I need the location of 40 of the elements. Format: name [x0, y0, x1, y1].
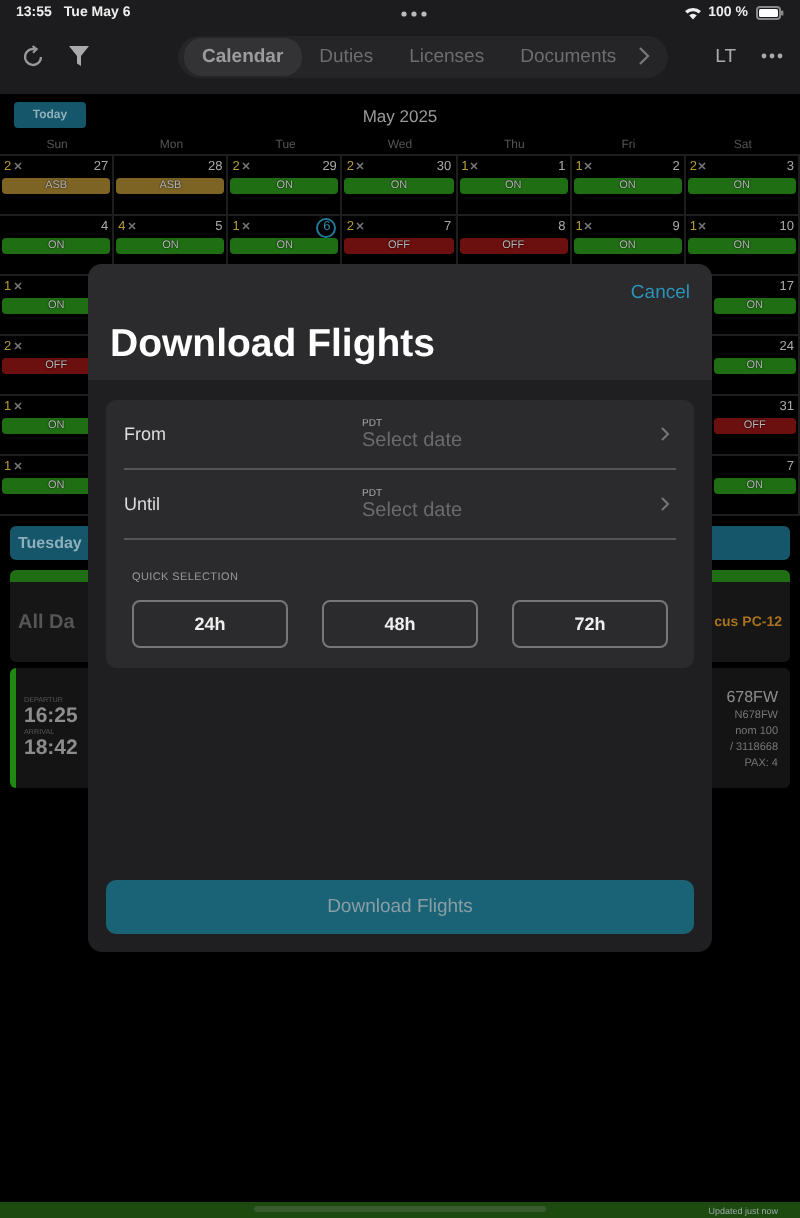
quick-select-button[interactable]: 24h — [132, 600, 288, 648]
field-label: From — [124, 424, 168, 444]
date-field[interactable]: Select date — [362, 499, 602, 521]
cross-icon — [584, 162, 593, 170]
more-icon[interactable] — [760, 52, 784, 60]
date-field[interactable]: Select date — [362, 429, 602, 451]
cancel-button[interactable]: Cancel — [630, 282, 690, 304]
cross-icon — [13, 282, 22, 290]
cross-icon — [127, 222, 136, 230]
all-day-label: All Da — [18, 611, 75, 633]
cross-icon — [13, 462, 22, 470]
cross-icon — [698, 222, 707, 230]
filter-icon — [68, 44, 90, 68]
cross-icon — [698, 162, 707, 170]
chevron-right-icon[interactable] — [638, 46, 651, 66]
quick-select-button[interactable]: 72h — [512, 600, 668, 648]
arrival-time: 18:42 — [24, 736, 78, 760]
field-label: Until — [124, 494, 163, 514]
chevron-right-icon — [660, 496, 670, 512]
cross-icon — [356, 222, 365, 230]
chevron-right-icon — [660, 426, 670, 442]
cross-icon — [470, 162, 479, 170]
cross-icon — [13, 162, 22, 170]
cross-icon — [241, 162, 250, 170]
quick-select-button[interactable]: 48h — [322, 600, 478, 648]
wifi-icon — [684, 6, 703, 20]
month-title: May 2025 — [362, 106, 438, 126]
refresh-icon — [20, 43, 46, 69]
dialog-title: Download Flights — [110, 322, 437, 368]
cross-icon — [241, 222, 250, 230]
cross-icon — [13, 342, 22, 350]
cross-icon — [584, 222, 593, 230]
departure-time: 16:25 — [24, 704, 78, 728]
battery-icon — [756, 6, 784, 20]
tab[interactable]: Calendar — [184, 37, 302, 75]
cross-icon — [13, 402, 22, 410]
cross-icon — [356, 162, 365, 170]
account-initials[interactable]: LT — [715, 45, 736, 67]
multitasking-dots-icon — [399, 9, 428, 17]
flight-detail: 678FW — [726, 687, 778, 705]
